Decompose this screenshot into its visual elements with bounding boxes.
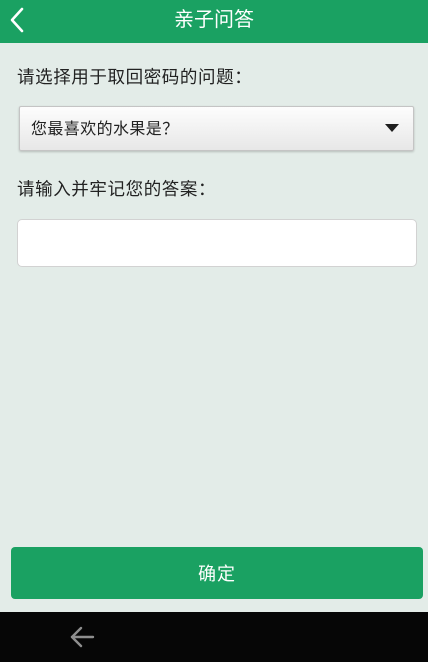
system-navigation-bar <box>0 612 428 662</box>
answer-input[interactable] <box>17 219 417 267</box>
security-question-form: 请选择用于取回密码的问题： 您最喜欢的水果是？ 请输入并牢记您的答案： 确定 <box>0 43 428 612</box>
triangle-down-icon <box>385 124 399 132</box>
confirm-button[interactable]: 确定 <box>11 547 423 599</box>
arrow-left-icon <box>70 626 95 648</box>
app-bar: 亲子问答 <box>0 0 428 43</box>
question-label: 请选择用于取回密码的问题： <box>17 68 253 88</box>
question-select[interactable]: 您最喜欢的水果是？ <box>19 106 414 151</box>
answer-label: 请输入并牢记您的答案： <box>17 180 217 200</box>
question-select-value: 您最喜欢的水果是？ <box>31 119 179 138</box>
system-back-button[interactable] <box>52 612 112 662</box>
page-title: 亲子问答 <box>174 7 254 31</box>
